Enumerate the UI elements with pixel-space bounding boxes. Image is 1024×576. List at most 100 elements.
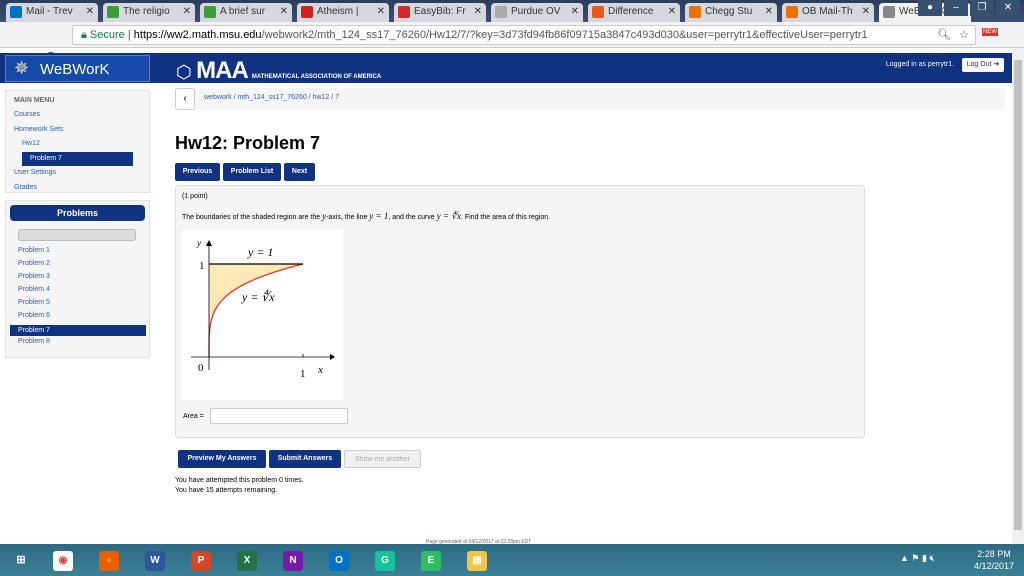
menu-item-user-settings[interactable]: User Settings — [14, 169, 56, 176]
favicon-icon — [689, 6, 701, 18]
problem-link[interactable]: Problem 4 — [18, 286, 50, 293]
favicon-icon — [786, 6, 798, 18]
menu-item-homework-sets[interactable]: Homework Sets — [14, 126, 63, 133]
url-input[interactable]: 🔒︎ Secure | https://ww2.math.msu.edu/web… — [72, 25, 976, 45]
problem-link[interactable]: Problem 6 — [18, 312, 50, 319]
browser-tab[interactable]: Mail - Trev ✕ — [6, 3, 98, 22]
y-arrow-icon — [206, 240, 212, 246]
favicon-icon — [204, 6, 216, 18]
page-title: Hw12: Problem 7 — [175, 133, 321, 153]
window-controls: ● – ❐ ✕ — [918, 0, 1020, 16]
x-arrow-icon — [330, 354, 335, 360]
favicon-icon — [495, 6, 507, 18]
extension-badge[interactable]: NEW — [982, 28, 998, 36]
submit-answers-button[interactable]: Submit Answers — [269, 450, 341, 468]
browser-tab[interactable]: Purdue OV ✕ — [491, 3, 583, 22]
x-axis-label: x — [317, 364, 323, 376]
back-button[interactable]: ‹ — [175, 88, 195, 110]
progress-bar — [18, 229, 136, 241]
logout-button[interactable]: Log Out ➜ — [962, 58, 1004, 72]
browser-tab[interactable]: Chegg Stu ✕ — [685, 3, 777, 22]
close-tab-icon[interactable]: ✕ — [280, 6, 288, 17]
bookmark-star-icon[interactable]: ☆ — [959, 26, 969, 44]
favicon-icon — [10, 6, 22, 18]
tab-strip: Mail - Trev ✕ The religio ✕ A brief sur ✕ Athe… — [0, 0, 1024, 22]
browser-tab[interactable]: The religio ✕ — [103, 3, 195, 22]
area-label: Area = — [183, 413, 204, 420]
problems-panel: Problems Problem 1 Problem 2 Problem 3 Prob… — [5, 200, 150, 358]
problem-link[interactable]: Problem 7 — [10, 325, 146, 336]
problem-text: The boundaries of the shaded region are … — [182, 211, 551, 221]
minimize-button[interactable]: – — [944, 0, 968, 16]
evernote-icon[interactable]: E — [410, 546, 452, 574]
close-tab-icon[interactable]: ✕ — [377, 6, 385, 17]
file-explorer-icon[interactable]: ▤ — [456, 546, 498, 574]
scrollbar-thumb[interactable] — [1014, 60, 1022, 530]
close-tab-icon[interactable]: ✕ — [571, 6, 579, 17]
problem-link[interactable]: Problem 5 — [18, 299, 50, 306]
show-another-button[interactable]: Show me another — [344, 450, 421, 468]
favicon-icon — [883, 6, 895, 18]
close-tab-icon[interactable]: ✕ — [183, 6, 191, 17]
scrollbar[interactable] — [1012, 48, 1024, 544]
restore-button[interactable]: ❐ — [970, 0, 994, 16]
favicon-icon — [107, 6, 119, 18]
next-button[interactable]: Next — [284, 163, 315, 181]
area-input[interactable] — [210, 408, 348, 424]
x-tick-label: 1 — [300, 368, 306, 380]
browser-tab[interactable]: Difference ✕ — [588, 3, 680, 22]
close-tab-icon[interactable]: ✕ — [862, 6, 870, 17]
close-window-button[interactable]: ✕ — [996, 0, 1020, 16]
browser-tab[interactable]: EasyBib: Fr ✕ — [394, 3, 486, 22]
problem-list-button[interactable]: Problem List — [223, 163, 281, 181]
outlook-icon[interactable]: O — [318, 546, 360, 574]
zoom-icon[interactable]: 🔍︎ — [937, 26, 951, 44]
site-header — [0, 53, 1012, 83]
close-tab-icon[interactable]: ✕ — [86, 6, 94, 17]
webwork-logo[interactable]: ✵ WeBWorK — [5, 55, 150, 82]
problem-graph: y x y = 1 y = ∜x 0 1 1 — [182, 230, 343, 400]
browser-tab[interactable]: OB Mail-Th ✕ — [782, 3, 874, 22]
problem-link[interactable]: Problem 1 — [18, 247, 50, 254]
star-icon: ✵ — [14, 58, 30, 78]
onenote-icon[interactable]: N — [272, 546, 314, 574]
excel-icon[interactable]: X — [226, 546, 268, 574]
menu-item-hw12[interactable]: Hw12 — [22, 140, 40, 147]
start-button[interactable]: ⊞ — [0, 546, 42, 574]
chrome-icon[interactable]: ◉ — [42, 546, 84, 574]
logged-in-text: Logged in as perrytr1. — [885, 61, 954, 68]
menu-item-courses[interactable]: Courses — [14, 111, 40, 118]
maa-logo: ⬡ MAA MATHEMATICAL ASSOCIATION OF AMERICA — [176, 57, 382, 84]
menu-item-grades[interactable]: Grades — [14, 184, 37, 191]
points-label: (1 point) — [182, 193, 208, 200]
clock[interactable]: 2:28 PM 4/12/2017 — [974, 548, 1014, 572]
favicon-icon — [398, 6, 410, 18]
y-axis-label: y — [196, 238, 201, 248]
close-tab-icon[interactable]: ✕ — [474, 6, 482, 17]
problem-link[interactable]: Problem 3 — [18, 273, 50, 280]
menu-item-problem-7[interactable]: Problem 7 — [22, 152, 133, 166]
problem-link[interactable]: Problem 8 — [18, 338, 50, 345]
favicon-icon — [301, 6, 313, 18]
system-tray-icons[interactable]: ▲ ⚑ ▮ 🔇︎ — [900, 553, 935, 564]
browser-tab[interactable]: Atheism | ✕ — [297, 3, 389, 22]
attempts-info: You have attempted this problem 0 times.… — [175, 477, 304, 494]
user-icon[interactable]: ● — [918, 0, 942, 16]
preview-answers-button[interactable]: Preview My Answers — [178, 450, 266, 468]
grammarly-icon[interactable]: G — [364, 546, 406, 574]
problems-button[interactable]: Problems — [10, 205, 145, 221]
problem-link[interactable]: Problem 2 — [18, 260, 50, 267]
line-label: y = 1 — [247, 245, 273, 259]
browser-tab[interactable]: A brief sur ✕ — [200, 3, 292, 22]
firefox-icon[interactable]: ● — [88, 546, 130, 574]
curve-label: y = ∜x — [241, 289, 275, 304]
powerpoint-icon[interactable]: P — [180, 546, 222, 574]
taskbar: ⊞ ◉ ● W P X N O G E ▤ — [0, 544, 1024, 576]
breadcrumb: ‹ webwork / mth_124_ss17_76260 / hw12 / … — [175, 88, 1005, 110]
word-icon[interactable]: W — [134, 546, 176, 574]
close-tab-icon[interactable]: ✕ — [765, 6, 773, 17]
previous-button[interactable]: Previous — [175, 163, 220, 181]
close-tab-icon[interactable]: ✕ — [668, 6, 676, 17]
problem-body: (1 point) The boundaries of the shaded r… — [175, 185, 865, 438]
shaded-region — [209, 264, 303, 357]
